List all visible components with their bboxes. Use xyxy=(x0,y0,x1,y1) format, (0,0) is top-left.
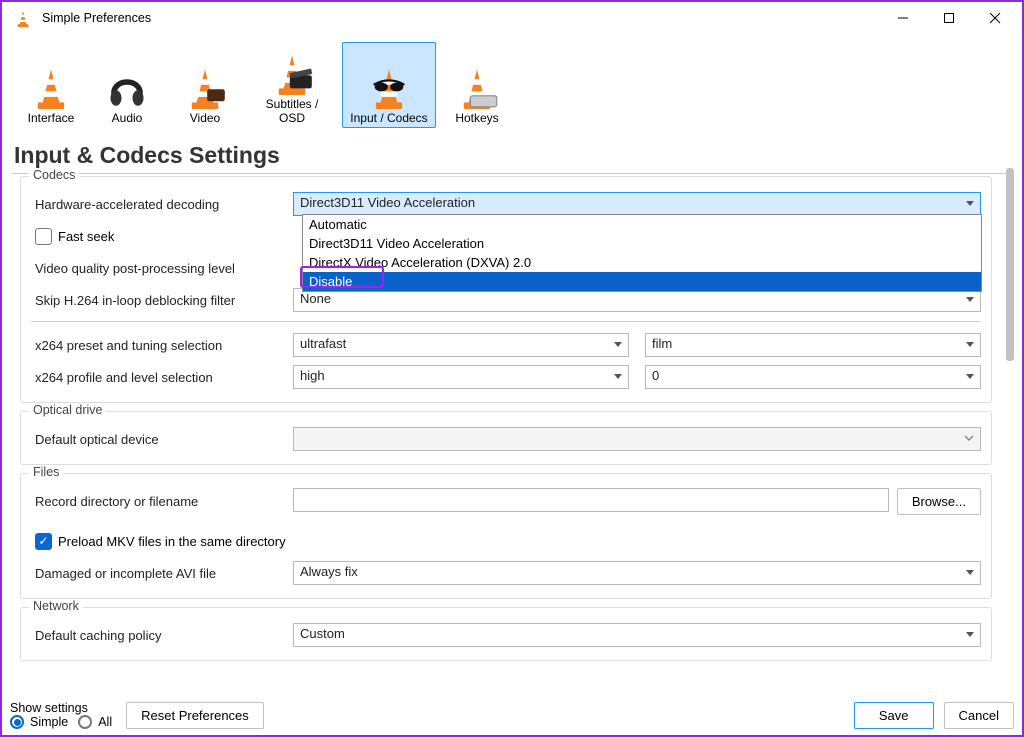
reset-preferences-button[interactable]: Reset Preferences xyxy=(126,702,264,729)
close-button[interactable] xyxy=(972,3,1018,33)
headphones-icon xyxy=(103,61,151,109)
footer: Show settings Simple All Reset Preferenc… xyxy=(10,701,1014,729)
maximize-button[interactable] xyxy=(926,3,972,33)
scrollbar[interactable] xyxy=(1006,168,1014,677)
label-x264-preset: x264 preset and tuning selection xyxy=(31,338,293,353)
cone-icon xyxy=(27,61,75,109)
checkbox-box xyxy=(35,228,52,245)
label-vq-post: Video quality post-processing level xyxy=(31,261,293,276)
checkbox-preload-mkv[interactable]: ✓ Preload MKV files in the same director… xyxy=(31,533,286,550)
option-dxva2[interactable]: DirectX Video Acceleration (DXVA) 2.0 xyxy=(303,253,981,272)
group-title-files: Files xyxy=(29,465,63,479)
label-default-optical: Default optical device xyxy=(31,432,293,447)
vlc-app-icon xyxy=(14,9,32,27)
combo-caching[interactable]: Custom xyxy=(293,623,981,647)
label-x264-profile: x264 profile and level selection xyxy=(31,370,293,385)
cone-slate-icon xyxy=(268,47,316,95)
tab-hotkeys[interactable]: Hotkeys xyxy=(440,42,514,128)
combo-damaged-avi[interactable]: Always fix xyxy=(293,561,981,585)
label-record-dir: Record directory or filename xyxy=(31,494,293,509)
category-tabs: Interface Audio Video Subtitles / OSD In… xyxy=(2,34,1022,134)
radio-simple[interactable] xyxy=(10,715,24,729)
option-d3d11[interactable]: Direct3D11 Video Acceleration xyxy=(303,234,981,253)
checkbox-box: ✓ xyxy=(35,533,52,550)
group-network: Network Default caching policy Custom xyxy=(20,607,992,661)
group-title-optical: Optical drive xyxy=(29,403,106,417)
cone-keyboard-icon xyxy=(453,61,501,109)
combo-hw-decoding[interactable]: Direct3D11 Video Acceleration xyxy=(293,192,981,216)
combo-x264-preset[interactable]: ultrafast xyxy=(293,333,629,357)
dropdown-hw-decoding-options[interactable]: Automatic Direct3D11 Video Acceleration … xyxy=(302,214,982,292)
label-show-settings: Show settings xyxy=(10,701,112,715)
label-damaged-avi: Damaged or incomplete AVI file xyxy=(31,566,293,581)
input-record-dir[interactable] xyxy=(293,488,889,512)
tab-input-codecs[interactable]: Input / Codecs xyxy=(342,42,436,128)
cancel-button[interactable]: Cancel xyxy=(944,702,1014,729)
save-button[interactable]: Save xyxy=(854,702,934,729)
radio-all[interactable] xyxy=(78,715,92,729)
cone-sunglasses-icon xyxy=(365,61,413,109)
divider xyxy=(31,321,981,322)
tab-interface[interactable]: Interface xyxy=(16,42,86,128)
minimize-button[interactable] xyxy=(880,3,926,33)
scrollbar-thumb[interactable] xyxy=(1006,168,1014,361)
group-title-codecs: Codecs xyxy=(29,168,79,182)
group-files: Files Record directory or filename Brows… xyxy=(20,473,992,599)
window-title: Simple Preferences xyxy=(42,11,151,25)
group-title-network: Network xyxy=(29,599,83,613)
combo-x264-level[interactable]: 0 xyxy=(645,365,981,389)
browse-button[interactable]: Browse... xyxy=(897,488,981,515)
tab-subtitles[interactable]: Subtitles / OSD xyxy=(246,42,338,128)
combo-x264-tuning[interactable]: film xyxy=(645,333,981,357)
cone-film-icon xyxy=(181,61,229,109)
option-disable[interactable]: Disable xyxy=(303,272,981,291)
tab-audio[interactable]: Audio xyxy=(90,42,164,128)
group-optical: Optical drive Default optical device xyxy=(20,411,992,465)
label-caching: Default caching policy xyxy=(31,628,293,643)
tab-video[interactable]: Video xyxy=(168,42,242,128)
combo-x264-profile[interactable]: high xyxy=(293,365,629,389)
combo-default-optical[interactable] xyxy=(293,427,981,451)
radio-simple-label: Simple xyxy=(30,715,68,729)
label-skip-h264: Skip H.264 in-loop deblocking filter xyxy=(31,293,293,308)
checkbox-fast-seek[interactable]: Fast seek xyxy=(31,228,114,245)
title-bar: Simple Preferences xyxy=(2,2,1022,34)
radio-all-label: All xyxy=(98,715,112,729)
option-automatic[interactable]: Automatic xyxy=(303,215,981,234)
label-hw-decoding: Hardware-accelerated decoding xyxy=(31,197,293,212)
